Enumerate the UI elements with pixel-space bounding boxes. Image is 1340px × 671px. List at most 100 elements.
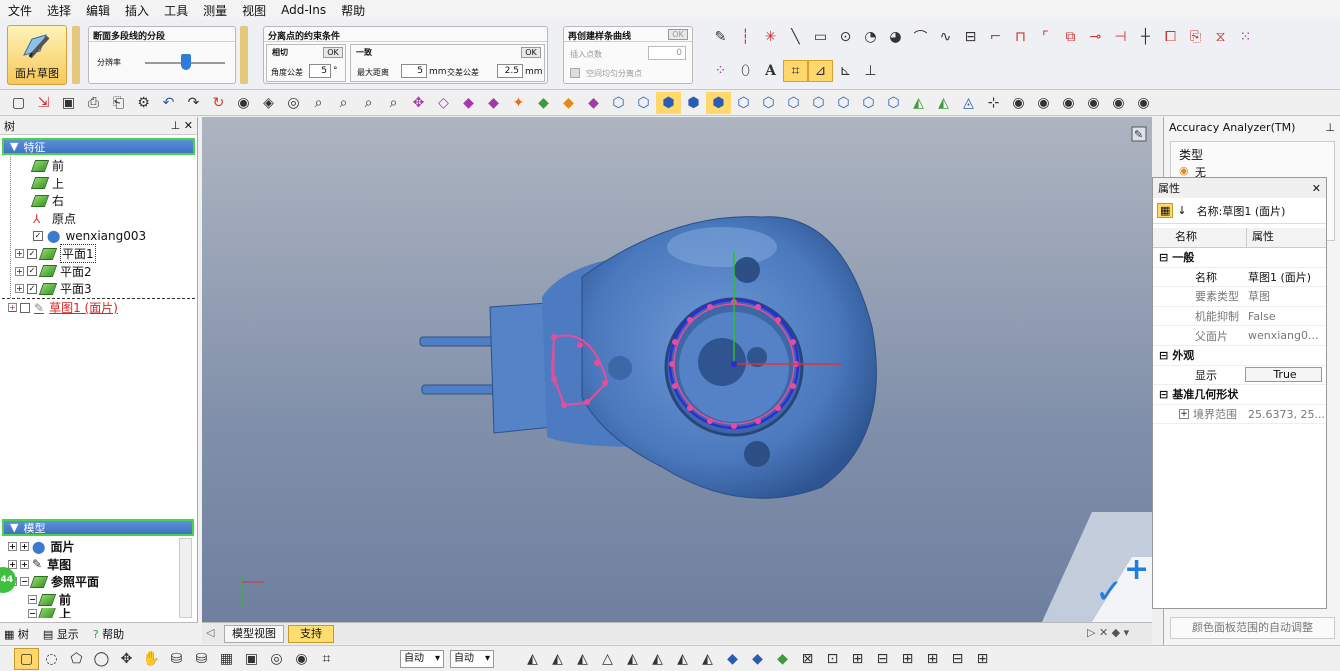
save-icon[interactable]: ▣	[56, 92, 81, 114]
smart-dimension-icon[interactable]: ⌗	[783, 60, 808, 82]
model-header[interactable]: ▼ 模型	[2, 519, 194, 536]
arc-center-icon[interactable]: ⌒	[908, 26, 933, 48]
measure-icon[interactable]: ⊹	[981, 92, 1006, 114]
expand-icon[interactable]: +	[15, 284, 24, 294]
resolution-slider-thumb[interactable]	[181, 54, 191, 70]
tree-item-mesh[interactable]: ✓ ⬤ wenxiang003	[33, 227, 197, 245]
view-iso2-icon[interactable]: ⬡	[781, 92, 806, 114]
menu-view[interactable]: 视图	[242, 2, 266, 19]
auto-constraint-icon[interactable]: ⊿	[808, 60, 833, 82]
snap-11-icon[interactable]: ◆	[770, 648, 795, 670]
menu-file[interactable]: 文件	[8, 2, 32, 19]
snap-10-icon[interactable]: ◆	[745, 648, 770, 670]
snap-16-icon[interactable]: ⊞	[895, 648, 920, 670]
view-left-icon[interactable]: ⬢	[706, 92, 731, 114]
snap-6-icon[interactable]: ◭	[645, 648, 670, 670]
model-item-sketch[interactable]: + + ✎ 草图	[8, 556, 196, 574]
filter-combo-1[interactable]: 自动 ▾	[400, 650, 444, 668]
tab-scroll-left-icon[interactable]: ◁	[206, 626, 214, 639]
model-item-top[interactable]: − 上	[8, 608, 196, 619]
visibility-checkbox[interactable]	[20, 302, 30, 313]
filter-combo-2[interactable]: 自动 ▾	[450, 650, 494, 668]
select-hand-icon[interactable]: ✋	[139, 648, 164, 670]
view-top-icon[interactable]: ⬢	[656, 92, 681, 114]
mesh-sketch-button[interactable]: 面片草图	[7, 25, 67, 85]
spline-icon[interactable]: ∿	[933, 26, 958, 48]
redo-icon[interactable]: ↷	[181, 92, 206, 114]
section-icon[interactable]: ◭	[906, 92, 931, 114]
shaded-edge-icon[interactable]: ◆	[481, 92, 506, 114]
model-item-front[interactable]: − 前	[8, 591, 196, 609]
split-icon[interactable]: ⊣	[1108, 26, 1133, 48]
select-lasso-icon[interactable]: ◯	[89, 648, 114, 670]
tab-support[interactable]: 支持	[288, 625, 334, 643]
model-item-mesh[interactable]: + + ⬤ 面片	[8, 538, 196, 556]
ribbon-collapse-handle[interactable]	[72, 26, 80, 84]
dimension-icon[interactable]: ⊟	[958, 26, 983, 48]
view-iso4-icon[interactable]: ⬡	[831, 92, 856, 114]
select-box-icon[interactable]: ▦	[214, 648, 239, 670]
view-iso-icon[interactable]: ⬡	[756, 92, 781, 114]
menu-help[interactable]: 帮助	[341, 2, 365, 19]
angle-tolerance-input[interactable]: 5	[309, 64, 331, 78]
menu-select[interactable]: 选择	[47, 2, 71, 19]
highlight-icon[interactable]: ✦	[506, 92, 531, 114]
fix-icon[interactable]: ⊥	[858, 60, 883, 82]
mirror-icon[interactable]: ⧖	[1208, 26, 1233, 48]
view-iso5-icon[interactable]: ⬡	[856, 92, 881, 114]
menu-edit[interactable]: 编辑	[86, 2, 110, 19]
new-file-icon[interactable]: ▢	[6, 92, 31, 114]
centerline-icon[interactable]: ┆	[733, 26, 758, 48]
snap-8-icon[interactable]: ◭	[695, 648, 720, 670]
snap-13-icon[interactable]: ⊡	[820, 648, 845, 670]
group-general[interactable]: ⊟ 一般	[1153, 248, 1326, 268]
snap-18-icon[interactable]: ⊟	[945, 648, 970, 670]
group-geometry[interactable]: ⊟ 基准几何形状	[1153, 385, 1326, 405]
tree-item-plane2[interactable]: + ✓ 平面2	[15, 263, 197, 281]
expand-icon[interactable]: +	[15, 266, 24, 276]
point-cloud-icon[interactable]: ✥	[406, 92, 431, 114]
wireframe-icon[interactable]: ◇	[431, 92, 456, 114]
visibility-6-icon[interactable]: ◉	[1131, 92, 1156, 114]
snap-4-icon[interactable]: △	[595, 648, 620, 670]
prop-row-suppress[interactable]: 机能抑制 False	[1153, 307, 1326, 327]
type-none-radio[interactable]: ◉	[1179, 164, 1189, 177]
line-icon[interactable]: ╲	[783, 26, 808, 48]
tree-item-right-plane[interactable]: 右	[30, 192, 197, 210]
rebuild-icon[interactable]: ↻	[206, 92, 231, 114]
pin-icon[interactable]: ⊥	[1325, 121, 1335, 134]
arc-tangent-icon[interactable]: ◕	[883, 26, 908, 48]
menu-insert[interactable]: 插入	[125, 2, 149, 19]
cross-icon[interactable]: ┼	[1133, 26, 1158, 48]
select-all-icon[interactable]: ◎	[264, 648, 289, 670]
visibility-checkbox[interactable]: ✓	[33, 231, 43, 242]
menu-tools[interactable]: 工具	[164, 2, 188, 19]
tangent-ok-button[interactable]: OK	[323, 47, 343, 58]
tab-model-view[interactable]: 模型视图	[224, 625, 284, 643]
scatter-points-icon[interactable]: ⁘	[708, 60, 733, 82]
select-filter-icon[interactable]: ⌗	[314, 648, 339, 670]
visibility-checkbox[interactable]: ✓	[27, 248, 37, 259]
select-extend-icon[interactable]: ⛁	[189, 648, 214, 670]
visibility-checkbox[interactable]: ✓	[27, 266, 37, 277]
prop-row-display[interactable]: 显示 True	[1153, 366, 1326, 386]
text-icon[interactable]: A	[758, 60, 783, 82]
ribbon-splitter-1[interactable]	[240, 26, 248, 84]
zoom-all-icon[interactable]: ⌕	[381, 92, 406, 114]
undo-icon[interactable]: ↶	[156, 92, 181, 114]
coincident-ok-button[interactable]: OK	[521, 47, 541, 58]
import-icon[interactable]: ⇲	[31, 92, 56, 114]
prop-row-type[interactable]: 要素类型 草图	[1153, 287, 1326, 307]
tree-panel-controls[interactable]: ⊥ ✕	[171, 119, 193, 132]
view-iso3-icon[interactable]: ⬡	[806, 92, 831, 114]
snap-2-icon[interactable]: ◭	[545, 648, 570, 670]
snap-3-icon[interactable]: ◭	[570, 648, 595, 670]
view-select-icon[interactable]: ◈	[256, 92, 281, 114]
visibility-checkbox[interactable]: ✓	[27, 283, 37, 294]
view-front-icon[interactable]: ⬡	[606, 92, 631, 114]
trim-icon[interactable]: ⊸	[1083, 26, 1108, 48]
insert-points-input[interactable]: 0	[648, 46, 686, 60]
spline-ok-button[interactable]: OK	[668, 29, 688, 40]
menu-addins[interactable]: Add-Ins	[281, 3, 326, 17]
tab-display[interactable]: ▤ 显示	[43, 626, 79, 642]
